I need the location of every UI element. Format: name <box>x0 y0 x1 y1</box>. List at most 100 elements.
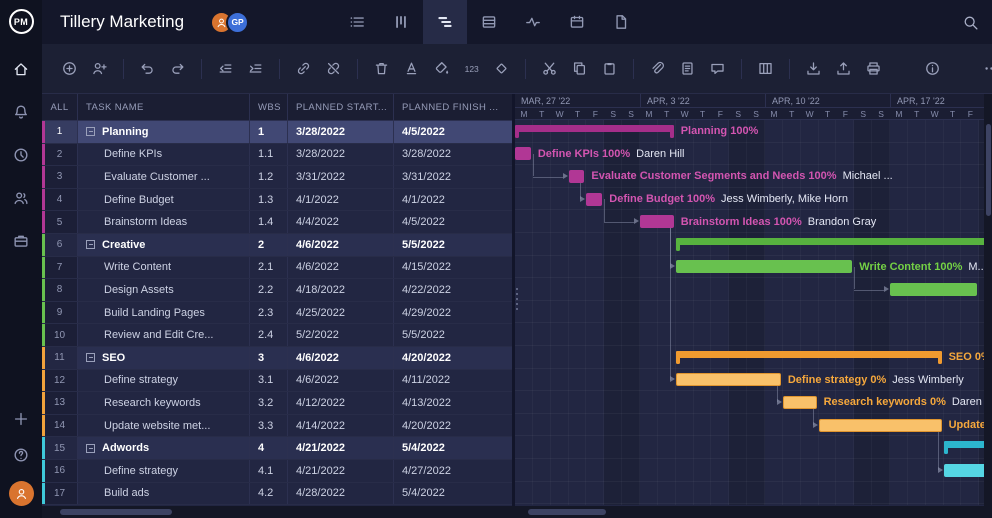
cell-row-number[interactable]: 10 <box>42 324 78 346</box>
table-row[interactable]: 1Planning13/28/20224/5/2022 <box>42 121 512 144</box>
more-button[interactable] <box>978 56 992 82</box>
gantt-bar-planning[interactable] <box>515 147 531 160</box>
search-button[interactable] <box>962 14 979 31</box>
cell-task-name[interactable]: Define strategy <box>78 370 250 392</box>
cell-planned-finish[interactable]: 5/4/2022 <box>394 437 512 459</box>
table-row[interactable]: 8Design Assets2.24/18/20224/22/2022 <box>42 279 512 302</box>
cell-planned-start[interactable]: 5/2/2022 <box>288 324 394 346</box>
cell-planned-finish[interactable]: 4/20/2022 <box>394 415 512 437</box>
cell-planned-finish[interactable]: 5/5/2022 <box>394 234 512 256</box>
gantt-bar-planning[interactable] <box>640 215 674 228</box>
table-row[interactable]: 5Brainstorm Ideas1.44/4/20224/5/2022 <box>42 211 512 234</box>
sidebar-home-button[interactable] <box>11 59 31 79</box>
cell-planned-start[interactable]: 4/1/2022 <box>288 189 394 211</box>
cell-task-name[interactable]: Define strategy <box>78 460 250 482</box>
cell-row-number[interactable]: 5 <box>42 211 78 233</box>
cell-wbs[interactable]: 2 <box>250 234 288 256</box>
table-row[interactable]: 12Define strategy3.14/6/20224/11/2022 <box>42 370 512 393</box>
cell-row-number[interactable]: 15 <box>42 437 78 459</box>
sidebar-portfolio-button[interactable] <box>11 231 31 251</box>
cell-task-name[interactable]: Creative <box>78 234 250 256</box>
column-header-planned-start[interactable]: PLANNED START... <box>288 94 394 120</box>
link-button[interactable] <box>290 56 317 82</box>
cell-wbs[interactable]: 1.4 <box>250 211 288 233</box>
trash-button[interactable] <box>368 56 395 82</box>
numbers-button[interactable]: 123 <box>458 56 485 82</box>
cell-task-name[interactable]: Evaluate Customer ... <box>78 166 250 188</box>
cell-planned-finish[interactable]: 3/31/2022 <box>394 166 512 188</box>
cell-wbs[interactable]: 2.3 <box>250 302 288 324</box>
panel-splitter[interactable] <box>512 94 515 506</box>
column-header-task-name[interactable]: TASK NAME <box>78 94 250 120</box>
table-row[interactable]: 10Review and Edit Cre...2.45/2/20225/5/2… <box>42 324 512 347</box>
gantt-bar-adwords[interactable] <box>944 464 984 477</box>
document-view-button[interactable] <box>599 0 643 44</box>
cell-wbs[interactable]: 1 <box>250 121 288 143</box>
table-scrollbar-thumb[interactable] <box>60 509 172 515</box>
cell-task-name[interactable]: Define Budget <box>78 189 250 211</box>
gantt-bar-seo[interactable] <box>783 396 817 409</box>
gantt-bar-seo[interactable] <box>676 351 942 358</box>
vertical-scrollbar-thumb[interactable] <box>986 124 991 216</box>
cell-row-number[interactable]: 17 <box>42 483 78 505</box>
cell-task-name[interactable]: Review and Edit Cre... <box>78 324 250 346</box>
milestone-button[interactable] <box>488 56 515 82</box>
cell-planned-start[interactable]: 4/12/2022 <box>288 392 394 414</box>
table-row[interactable]: 15Adwords44/21/20225/4/2022 <box>42 437 512 460</box>
cell-task-name[interactable]: Build ads <box>78 483 250 505</box>
cell-planned-start[interactable]: 4/25/2022 <box>288 302 394 324</box>
cell-planned-start[interactable]: 3/31/2022 <box>288 166 394 188</box>
cell-wbs[interactable]: 4.2 <box>250 483 288 505</box>
list-view-button[interactable] <box>335 0 379 44</box>
cell-planned-start[interactable]: 4/28/2022 <box>288 483 394 505</box>
cell-planned-finish[interactable]: 4/11/2022 <box>394 370 512 392</box>
cell-row-number[interactable]: 9 <box>42 302 78 324</box>
cell-task-name[interactable]: Update website met... <box>78 415 250 437</box>
cell-planned-finish[interactable]: 4/27/2022 <box>394 460 512 482</box>
copy-button[interactable] <box>566 56 593 82</box>
sidebar-recent-button[interactable] <box>11 145 31 165</box>
cell-planned-finish[interactable]: 4/5/2022 <box>394 121 512 143</box>
column-header-select[interactable]: ALL <box>42 94 78 120</box>
print-button[interactable] <box>860 56 887 82</box>
cell-row-number[interactable]: 6 <box>42 234 78 256</box>
cell-planned-start[interactable]: 4/6/2022 <box>288 234 394 256</box>
cell-task-name[interactable]: SEO <box>78 347 250 369</box>
cell-wbs[interactable]: 3.3 <box>250 415 288 437</box>
cell-wbs[interactable]: 4 <box>250 437 288 459</box>
cell-planned-start[interactable]: 4/6/2022 <box>288 347 394 369</box>
horizontal-scrollbar[interactable] <box>42 506 992 518</box>
activity-view-button[interactable] <box>511 0 555 44</box>
cell-planned-start[interactable]: 4/21/2022 <box>288 437 394 459</box>
cell-planned-start[interactable]: 4/6/2022 <box>288 370 394 392</box>
cell-planned-start[interactable]: 4/18/2022 <box>288 279 394 301</box>
table-row[interactable]: 2Define KPIs1.13/28/20223/28/2022 <box>42 144 512 167</box>
cell-planned-finish[interactable]: 4/20/2022 <box>394 347 512 369</box>
cell-planned-finish[interactable]: 5/5/2022 <box>394 324 512 346</box>
calendar-view-button[interactable] <box>555 0 599 44</box>
cell-task-name[interactable]: Brainstorm Ideas <box>78 211 250 233</box>
cell-row-number[interactable]: 2 <box>42 144 78 166</box>
table-row[interactable]: 16Define strategy4.14/21/20224/27/2022 <box>42 460 512 483</box>
cell-wbs[interactable]: 3.2 <box>250 392 288 414</box>
undo-button[interactable] <box>134 56 161 82</box>
cell-wbs[interactable]: 1.1 <box>250 144 288 166</box>
cell-row-number[interactable]: 12 <box>42 370 78 392</box>
redo-button[interactable] <box>164 56 191 82</box>
notes-button[interactable] <box>674 56 701 82</box>
add-task-button[interactable] <box>56 56 83 82</box>
app-logo[interactable]: PM <box>9 9 34 34</box>
table-row[interactable]: 7Write Content2.14/6/20224/15/2022 <box>42 257 512 280</box>
table-row[interactable]: 3Evaluate Customer ...1.23/31/20223/31/2… <box>42 166 512 189</box>
cell-row-number[interactable]: 8 <box>42 279 78 301</box>
table-row[interactable]: 13Research keywords3.24/12/20224/13/2022 <box>42 392 512 415</box>
collapse-toggle-icon[interactable] <box>86 127 95 136</box>
user-avatar[interactable]: GP <box>226 11 249 34</box>
cell-task-name[interactable]: Design Assets <box>78 279 250 301</box>
column-header-planned-finish[interactable]: PLANNED FINISH ... <box>394 94 512 120</box>
gantt-bar-creative[interactable] <box>676 260 853 273</box>
cell-row-number[interactable]: 14 <box>42 415 78 437</box>
sidebar-notifications-button[interactable] <box>11 102 31 122</box>
cell-task-name[interactable]: Build Landing Pages <box>78 302 250 324</box>
cell-planned-start[interactable]: 4/4/2022 <box>288 211 394 233</box>
